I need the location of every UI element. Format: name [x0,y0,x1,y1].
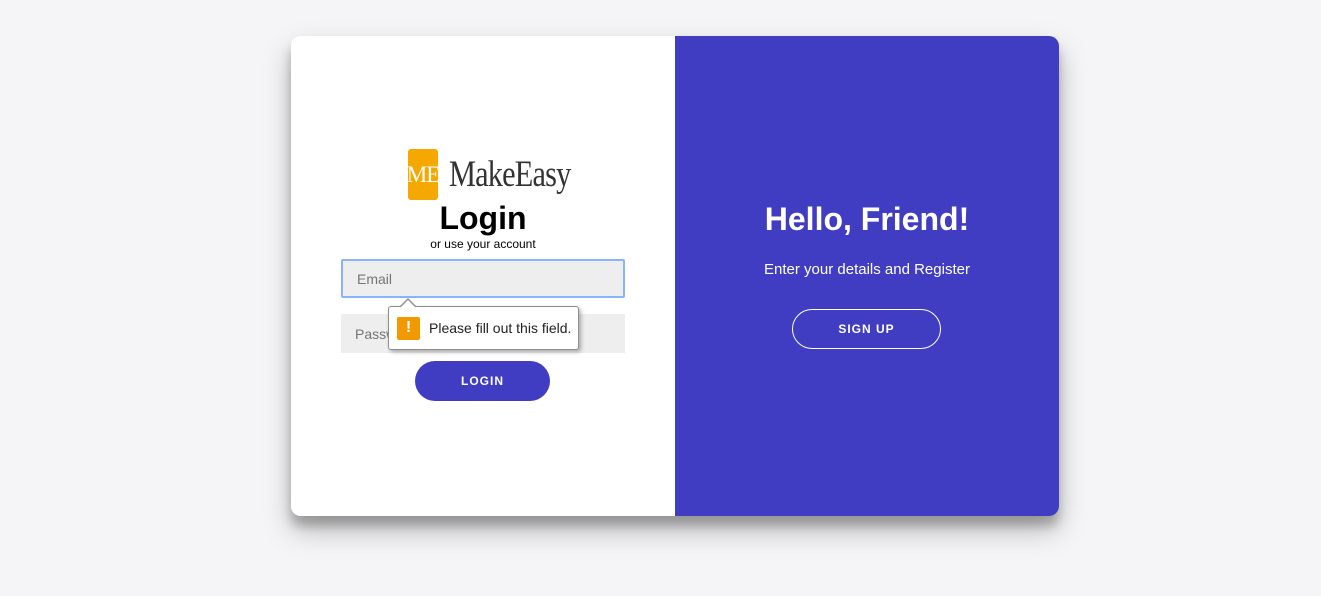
register-title: Hello, Friend! [764,201,970,237]
login-button[interactable]: LOGIN [415,361,550,401]
register-description: Enter your details and Register [764,261,970,278]
brand-name: MakeEasy [449,154,571,195]
warning-icon: ! [397,316,420,340]
sign-up-button[interactable]: SIGN UP [792,309,941,349]
logo-mark: ME [407,149,440,200]
login-subtitle: or use your account [430,237,536,251]
auth-card: ME MakeEasy Login or use your account LO… [291,36,1059,516]
login-title: Login [439,200,527,236]
validation-tooltip: ! Please fill out this field. [388,298,579,350]
register-panel: Hello, Friend! Enter your details and Re… [675,36,1059,516]
validation-message: Please fill out this field. [429,320,572,336]
email-input[interactable] [341,259,625,298]
brand-logo: ME MakeEasy [407,149,597,200]
login-panel: ME MakeEasy Login or use your account LO… [291,36,675,516]
